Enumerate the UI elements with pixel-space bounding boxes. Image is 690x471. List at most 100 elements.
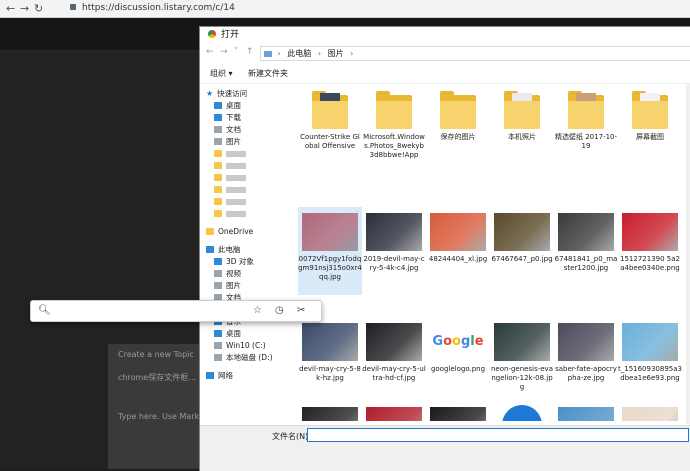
pin-icon[interactable]: ✦ [284, 100, 285, 111]
breadcrumb[interactable]: › 此电脑 › 图片 › [260, 46, 690, 61]
settings-icon[interactable]: ✂ [297, 305, 305, 317]
folder-icon [214, 209, 222, 217]
nav-item[interactable]: 本地磁盘 (D:) [214, 352, 273, 363]
filename-input[interactable] [307, 428, 689, 442]
folder-item[interactable]: 保存的图片 [426, 85, 490, 177]
nav-item[interactable]: 视频 [214, 268, 241, 279]
blurred-label [226, 199, 246, 205]
nav-item[interactable] [214, 196, 246, 207]
file-item[interactable]: 67467647_p0.jpg [490, 207, 554, 295]
blurred-label [226, 211, 246, 217]
image-thumbnail [494, 213, 550, 251]
file-name: 保存的图片 [440, 133, 476, 141]
nav-item[interactable]: Win10 (C:) [214, 340, 266, 351]
folder-item[interactable]: 屏幕截图 [618, 85, 682, 177]
folder-item[interactable]: Microsoft.Windows.Photos_8wekyb3d8bbwe!A… [362, 85, 426, 177]
image-thumbnail [558, 407, 614, 421]
nav-item[interactable]: 文档 ✦ [214, 124, 285, 135]
pin-icon[interactable]: ✦ [284, 112, 285, 123]
file-item[interactable]: wallpapersden.com_persona-5 [298, 401, 362, 421]
scrollbar[interactable] [686, 84, 690, 424]
nav-item-label: 本地磁盘 (D:) [226, 353, 273, 362]
composer-subject[interactable]: chrome保存文件框… [118, 372, 196, 383]
nav-item[interactable]: 网络 [206, 370, 233, 381]
organize-button[interactable]: 组织 ▾ [210, 65, 233, 83]
folder-icon [214, 197, 222, 205]
forward-icon[interactable]: → [20, 1, 29, 16]
file-item[interactable]: 0072Vf1pgy1fodqgm91nsj315o0xr4qq.jpg [298, 207, 362, 295]
nav-item[interactable] [214, 184, 246, 195]
nav-item-label: 图片 [226, 137, 241, 146]
file-item[interactable]: 图片1.png [554, 401, 618, 421]
folder-item[interactable]: Counter-Strike Global Offensive [298, 85, 362, 177]
google-logo-thumbnail: Google [430, 323, 486, 361]
file-item[interactable]: devil-may-cry-5-8k-hz.jpg [298, 317, 362, 397]
lock-icon [70, 3, 76, 10]
nav-item[interactable]: 此电脑 [206, 244, 241, 255]
chevron-down-icon[interactable]: ˅ [234, 47, 239, 57]
file-item[interactable]: Google googlelogo.png [426, 317, 490, 397]
file-item[interactable]: 67481841_p0_master1200.jpg [554, 207, 618, 295]
breadcrumb-item[interactable]: 图片 [328, 49, 344, 58]
nav-item[interactable]: 图片 [214, 280, 241, 291]
nav-item[interactable] [214, 172, 246, 183]
file-item[interactable]: neon-genesis-evangelion-12k-08.jpg [490, 317, 554, 397]
file-item[interactable]: t_15160930895a3dbea1e6e93.png [618, 317, 682, 397]
address-url: https://discussion.listary.com/c/14 [82, 3, 235, 13]
back-icon[interactable]: ← [6, 1, 15, 16]
image-thumbnail [558, 213, 614, 251]
reload-icon[interactable]: ↻ [34, 1, 43, 16]
nav-item[interactable]: 下载 ✦ [214, 112, 285, 123]
nav-item[interactable]: 3D 对象 [214, 256, 254, 267]
nav-item[interactable]: OneDrive [206, 226, 253, 237]
pin-icon[interactable]: ✦ [284, 148, 285, 159]
file-item[interactable]: wp1918200-persona-5-wallpap [426, 401, 490, 421]
drive-icon [214, 341, 222, 349]
file-item[interactable]: wp1918171-persona-5-wallpap [362, 401, 426, 421]
new-folder-button[interactable]: 新建文件夹 [248, 65, 288, 83]
file-name: 精选壁纸 2017-10-19 [555, 133, 617, 150]
file-item[interactable]: 1512721390 5a2a4bee0340e.png [618, 207, 682, 295]
file-item[interactable]: ZIP精选壁纸 2017-10-19.zip [490, 401, 554, 421]
file-item[interactable]: saber-fate-apocrypha-ze.jpg [554, 317, 618, 397]
file-name: t_15160930895a3dbea1e6e93.png [618, 365, 682, 382]
nav-item-label: 网络 [218, 371, 233, 380]
file-name: googlelogo.png [430, 365, 486, 373]
dialog-toolbar: 组织 ▾ 新建文件夹 [200, 65, 690, 84]
nav-item-label: 文档 [226, 125, 241, 134]
star-icon[interactable]: ☆ [253, 305, 262, 317]
file-item[interactable]: 48244404_xl.jpg [426, 207, 490, 295]
pin-icon[interactable]: ✦ [284, 160, 285, 171]
pin-icon[interactable]: ✦ [284, 136, 285, 147]
navigation-pane: ★快速访问桌面✦下载✦文档✦图片✦✦✦OneDrive此电脑3D 对象视频图片文… [200, 84, 285, 424]
topic-composer: Create a new Topic chrome保存文件框… Type her… [108, 344, 221, 469]
file-name: devil-may-cry-5-ultra-hd-cf.jpg [362, 365, 426, 382]
nav-item[interactable]: ✦ [214, 160, 285, 171]
file-name: Microsoft.Windows.Photos_8wekyb3d8bbwe!A… [363, 133, 425, 159]
nav-item[interactable]: 图片 ✦ [214, 136, 285, 147]
address-bar[interactable]: https://discussion.listary.com/c/14 [70, 1, 670, 15]
pin-icon[interactable]: ✦ [284, 124, 285, 135]
nav-item[interactable]: 桌面 [214, 328, 241, 339]
nav-item[interactable]: 桌面 ✦ [214, 100, 285, 111]
image-thumbnail [558, 323, 614, 361]
file-item[interactable]: 微信图片 20180524140 [618, 401, 682, 421]
nav-item[interactable]: ✦ [214, 148, 285, 159]
file-item[interactable]: devil-may-cry-5-ultra-hd-cf.jpg [362, 317, 426, 397]
nav-item[interactable] [214, 208, 246, 219]
file-item[interactable]: 2019-devil-may-cry-5-4k-c4.jpg [362, 207, 426, 295]
history-icon[interactable]: ◷ [275, 305, 284, 317]
quick-search-bar[interactable]: 🔍︎ ☆ ◷ ✂ [30, 300, 322, 322]
blurred-label [226, 151, 246, 157]
nav-item[interactable]: ★ 快速访问 [206, 88, 247, 99]
up-icon[interactable]: ↑ [246, 47, 254, 57]
folder-item[interactable]: 精选壁纸 2017-10-19 [554, 85, 618, 177]
nav-item-label: 下载 [226, 113, 241, 122]
back-icon[interactable]: ← [206, 47, 214, 57]
image-thumbnail [430, 407, 486, 421]
breadcrumb-item[interactable]: 此电脑 [287, 49, 311, 58]
cube-icon [214, 257, 222, 265]
forward-icon[interactable]: → [220, 47, 228, 57]
folder-item[interactable]: 本机照片 [490, 85, 554, 177]
pc-icon [264, 50, 272, 57]
